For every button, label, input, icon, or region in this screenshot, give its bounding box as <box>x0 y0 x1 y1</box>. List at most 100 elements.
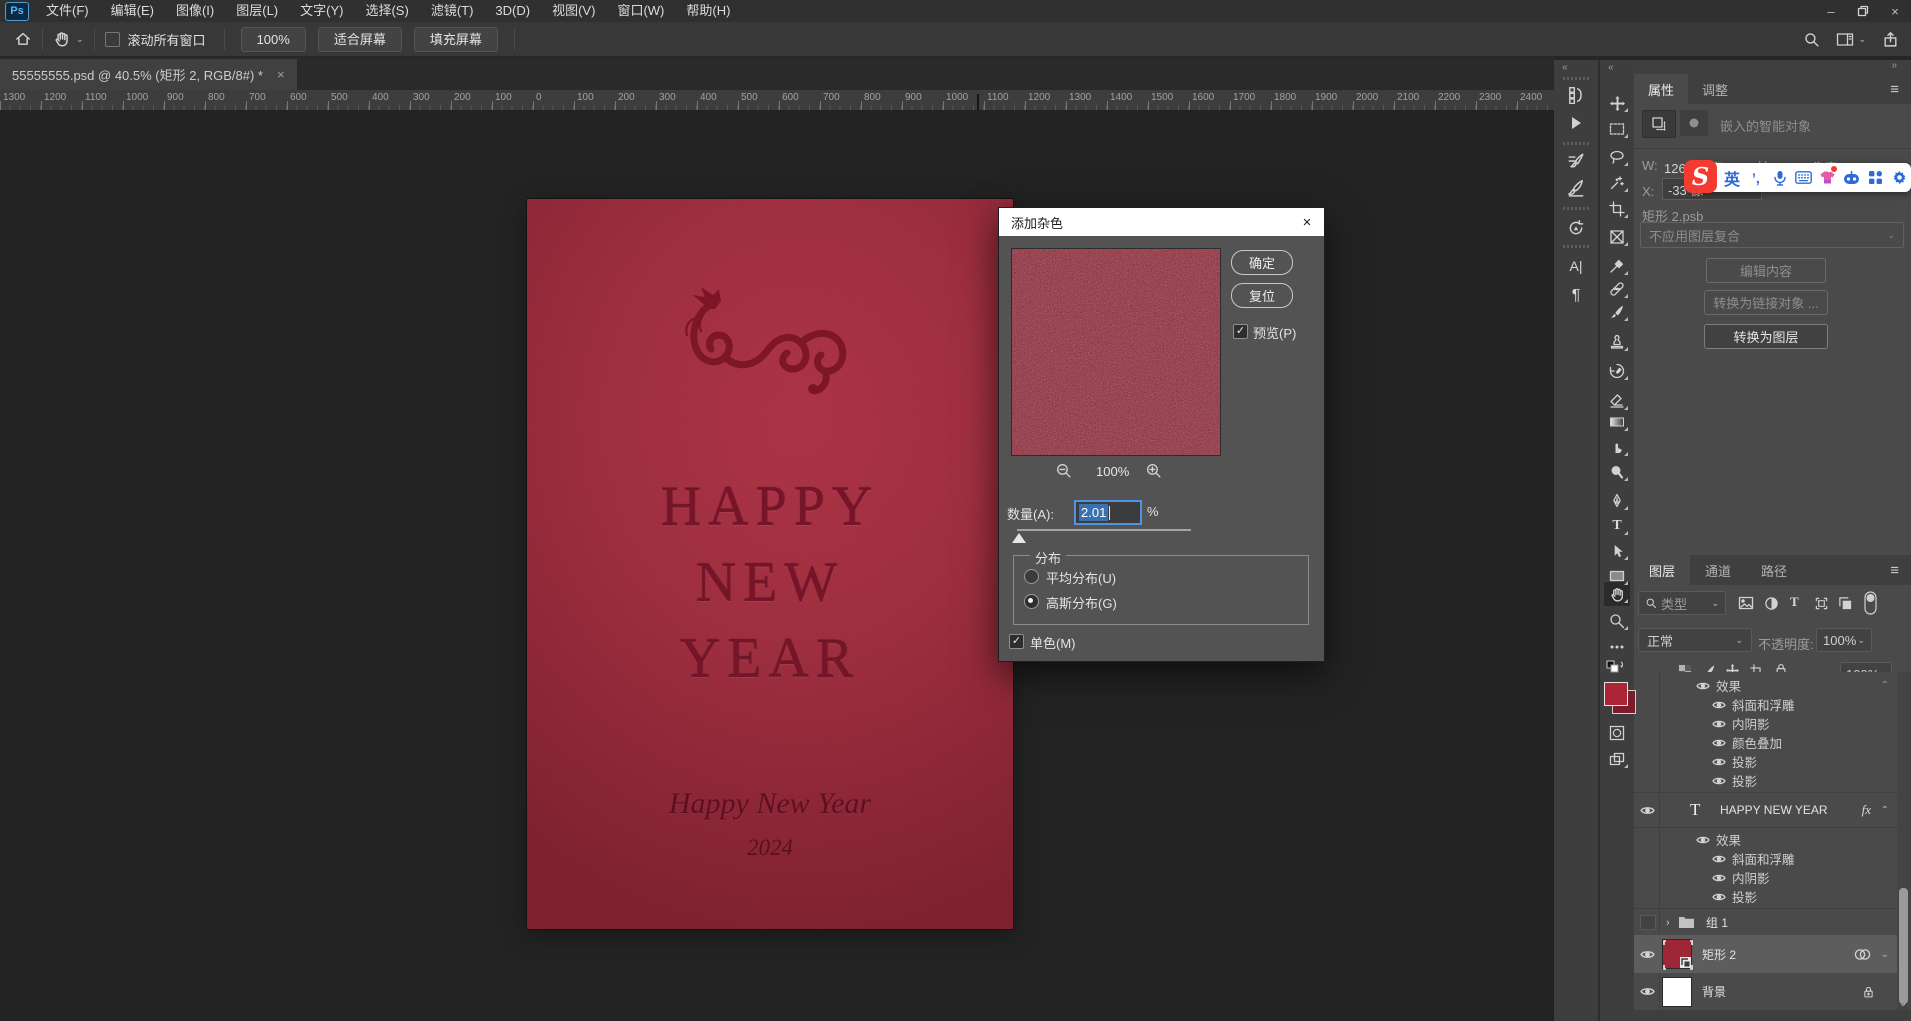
fit-screen-button[interactable]: 适合屏幕 <box>318 27 402 52</box>
text-layer-row[interactable]: T HAPPY NEW YEAR fx ⌃ <box>1634 792 1897 828</box>
gradient-tool[interactable] <box>1605 411 1629 433</box>
frame-tool[interactable] <box>1605 226 1629 248</box>
fill-screen-button[interactable]: 填充屏幕 <box>414 27 498 52</box>
background-layer-row[interactable]: 背景 <box>1634 973 1897 1010</box>
reset-button[interactable]: 复位 <box>1231 283 1293 308</box>
smart-object-thumbnail[interactable] <box>1662 939 1692 969</box>
close-window-icon[interactable]: × <box>1879 0 1911 22</box>
scroll-all-windows-checkbox[interactable] <box>105 32 120 47</box>
mask-icon[interactable] <box>1680 110 1708 136</box>
ps-logo[interactable]: Ps <box>5 2 29 21</box>
filter-adjustment-layers-icon[interactable] <box>1764 596 1779 611</box>
eraser-tool[interactable] <box>1605 390 1629 412</box>
zoom-out-icon[interactable] <box>1055 462 1072 479</box>
brush-settings-panel-icon[interactable] <box>1564 150 1588 172</box>
fx-badge[interactable]: fx <box>1862 802 1871 818</box>
menu-3d[interactable]: 3D(D) <box>484 0 541 22</box>
zoom-100-button[interactable]: 100% <box>241 27 306 52</box>
panel-grip[interactable] <box>1563 77 1589 80</box>
selected-layer-row[interactable]: 矩形 2 ⌄ <box>1634 935 1897 973</box>
clone-stamp-tool[interactable] <box>1605 331 1629 353</box>
sogou-settings-icon[interactable] <box>1887 163 1911 192</box>
amount-slider-track[interactable] <box>1017 529 1191 531</box>
smudge-tool[interactable] <box>1605 436 1629 458</box>
eye-icon[interactable] <box>1712 873 1726 883</box>
edit-content-button[interactable]: 编辑内容 <box>1706 258 1826 283</box>
effect-row[interactable]: 斜面和浮雕 <box>1634 849 1897 868</box>
tab-adjustments[interactable]: 调整 <box>1688 74 1742 104</box>
tab-properties[interactable]: 属性 <box>1634 74 1688 104</box>
effect-row[interactable]: 投影 <box>1634 887 1897 906</box>
preview-checkbox[interactable]: ✓ <box>1233 324 1248 339</box>
eye-icon[interactable] <box>1712 757 1726 767</box>
zoom-tool[interactable] <box>1605 610 1629 632</box>
eye-icon[interactable] <box>1640 805 1655 816</box>
eye-icon[interactable] <box>1696 835 1710 845</box>
gaussian-label[interactable]: 高斯分布(G) <box>1046 593 1117 612</box>
screen-mode-icon[interactable] <box>1605 748 1629 770</box>
eye-icon[interactable] <box>1712 892 1726 902</box>
quick-mask-icon[interactable] <box>1605 722 1629 744</box>
effect-row[interactable]: 投影 <box>1634 752 1897 771</box>
eye-icon[interactable] <box>1640 986 1655 997</box>
expand-effects-icon[interactable]: ⌄ <box>1881 949 1889 960</box>
marquee-tool[interactable] <box>1605 118 1629 140</box>
eyedropper-tool[interactable] <box>1605 255 1629 277</box>
eye-icon[interactable] <box>1712 776 1726 786</box>
character-panel-icon[interactable]: A| <box>1564 255 1588 277</box>
scroll-up-icon[interactable]: ⌃ <box>1881 680 1889 691</box>
brush-tool[interactable] <box>1605 301 1629 323</box>
eye-icon[interactable] <box>1712 854 1726 864</box>
history-panel-icon[interactable] <box>1564 84 1588 106</box>
menu-edit[interactable]: 编辑(E) <box>100 0 165 22</box>
dialog-title[interactable]: 添加杂色 <box>999 208 1324 236</box>
minimize-icon[interactable]: – <box>1815 0 1847 22</box>
convert-to-linked-button[interactable]: 转换为链接对象 ... <box>1704 290 1828 315</box>
menu-filter[interactable]: 滤镜(T) <box>420 0 485 22</box>
healing-brush-tool[interactable] <box>1605 278 1629 300</box>
tab-channels[interactable]: 通道 <box>1690 555 1746 585</box>
add-noise-dialog[interactable]: 添加杂色 × 确定 复位 ✓ 预览(P) 100% 数量(A): 2.01 % … <box>998 207 1325 662</box>
group-layer-row[interactable]: › 组 1 <box>1634 908 1897 936</box>
layers-menu-icon[interactable]: ≡ <box>1890 562 1899 579</box>
default-colors-icon[interactable] <box>1606 660 1626 679</box>
scroll-down-icon[interactable]: ⌄ <box>1899 998 1907 1009</box>
filter-shape-layers-icon[interactable] <box>1814 596 1829 611</box>
monochromatic-checkbox[interactable]: ✓ <box>1009 634 1024 649</box>
search-icon[interactable] <box>1803 31 1820 48</box>
noise-preview[interactable] <box>1011 248 1221 456</box>
paragraph-panel-icon[interactable]: ¶ <box>1564 285 1588 307</box>
menu-image[interactable]: 图像(I) <box>165 0 225 22</box>
eye-icon[interactable] <box>1712 700 1726 710</box>
menu-select[interactable]: 选择(S) <box>354 0 419 22</box>
menu-file[interactable]: 文件(F) <box>35 0 100 22</box>
pen-tool[interactable] <box>1605 490 1629 512</box>
eye-icon[interactable] <box>1640 949 1655 960</box>
effect-row[interactable]: 投影 <box>1634 771 1897 790</box>
panel-grip[interactable] <box>1563 245 1589 248</box>
panel-grip[interactable] <box>1563 142 1589 145</box>
sogou-lang-toggle[interactable]: 英 <box>1720 163 1744 192</box>
close-tab-icon[interactable]: × <box>277 67 285 82</box>
crop-tool[interactable] <box>1605 198 1629 220</box>
layers-scrollbar-thumb[interactable] <box>1899 888 1908 1004</box>
eye-icon[interactable] <box>1696 681 1710 691</box>
sogou-logo[interactable]: S <box>1684 160 1717 193</box>
effect-row[interactable]: 内阴影 <box>1634 714 1897 733</box>
uniform-radio[interactable] <box>1024 569 1039 584</box>
blend-mode-select[interactable]: 正常⌄ <box>1638 628 1752 652</box>
history-brush-tool[interactable] <box>1605 360 1629 382</box>
menu-view[interactable]: 视图(V) <box>541 0 606 22</box>
sogou-input-bar[interactable]: S 英 ’, <box>1690 163 1911 192</box>
eye-icon[interactable] <box>1712 738 1726 748</box>
sogou-keyboard-icon[interactable] <box>1792 163 1816 192</box>
effect-row[interactable]: 内阴影 <box>1634 868 1897 887</box>
sogou-mic-icon[interactable] <box>1768 163 1792 192</box>
expand-panels-icon[interactable]: » <box>1891 60 1897 71</box>
gaussian-radio[interactable] <box>1024 594 1039 609</box>
magic-wand-tool[interactable] <box>1605 172 1629 194</box>
effect-row[interactable]: 斜面和浮雕 <box>1634 695 1897 714</box>
menu-layer[interactable]: 图层(L) <box>225 0 289 22</box>
move-tool[interactable] <box>1605 92 1629 114</box>
eye-off-slot[interactable] <box>1640 915 1656 930</box>
